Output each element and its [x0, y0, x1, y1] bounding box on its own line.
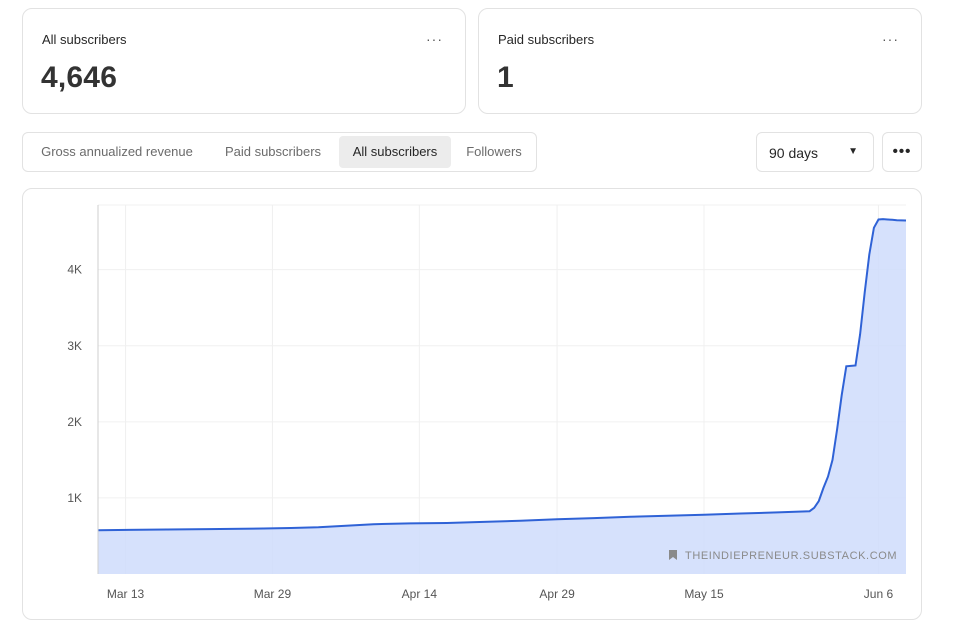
- metric-tabs: Gross annualized revenue Paid subscriber…: [22, 132, 537, 172]
- y-tick-label: 4K: [67, 263, 82, 277]
- subscribers-chart: 1K 2K 3K 4K Mar 13 Mar 29 Apr 14 Apr 29 May 15 J…: [67, 204, 907, 601]
- card-label: All subscribers: [42, 32, 127, 47]
- tab-gross-annualized-revenue[interactable]: Gross annualized revenue: [25, 136, 209, 168]
- watermark-text: THEINDIEPRENEUR.SUBSTACK.COM: [685, 550, 897, 562]
- more-options-icon[interactable]: ···: [426, 31, 443, 47]
- x-tick-label: Mar 29: [254, 587, 292, 601]
- tab-all-subscribers[interactable]: All subscribers: [339, 136, 451, 168]
- watermark: THEINDIEPRENEUR.SUBSTACK.COM: [669, 550, 897, 562]
- paid-subscribers-card: Paid subscribers 1 ···: [478, 8, 922, 114]
- y-tick-label: 2K: [67, 415, 82, 429]
- more-options-icon[interactable]: ···: [882, 31, 899, 47]
- x-tick-label: Jun 6: [864, 587, 894, 601]
- all-subscribers-card: All subscribers 4,646 ···: [22, 8, 466, 114]
- x-tick-label: Apr 14: [402, 587, 438, 601]
- x-tick-label: Mar 13: [107, 587, 145, 601]
- tab-followers[interactable]: Followers: [453, 136, 535, 168]
- chart-card: 1K 2K 3K 4K Mar 13 Mar 29 Apr 14 Apr 29 May 15 J…: [22, 188, 922, 620]
- x-tick-label: May 15: [684, 587, 724, 601]
- card-value: 4,646: [41, 61, 118, 94]
- series-line: [97, 218, 907, 532]
- caret-down-icon: ▼: [848, 146, 858, 157]
- chart-more-button[interactable]: •••: [882, 132, 922, 172]
- card-value: 1: [497, 61, 514, 94]
- tab-paid-subscribers[interactable]: Paid subscribers: [211, 136, 335, 168]
- y-tick-labels: 1K 2K 3K 4K: [67, 263, 82, 505]
- more-horizontal-icon: •••: [892, 143, 912, 160]
- date-range-value: 90 days: [769, 145, 819, 161]
- x-tick-label: Apr 29: [539, 587, 575, 601]
- y-tick-label: 3K: [67, 339, 82, 353]
- date-range-select[interactable]: 90 days ▼: [756, 132, 874, 172]
- card-label: Paid subscribers: [498, 32, 595, 47]
- y-tick-label: 1K: [67, 491, 82, 505]
- x-tick-labels: Mar 13 Mar 29 Apr 14 Apr 29 May 15 Jun 6: [107, 587, 894, 601]
